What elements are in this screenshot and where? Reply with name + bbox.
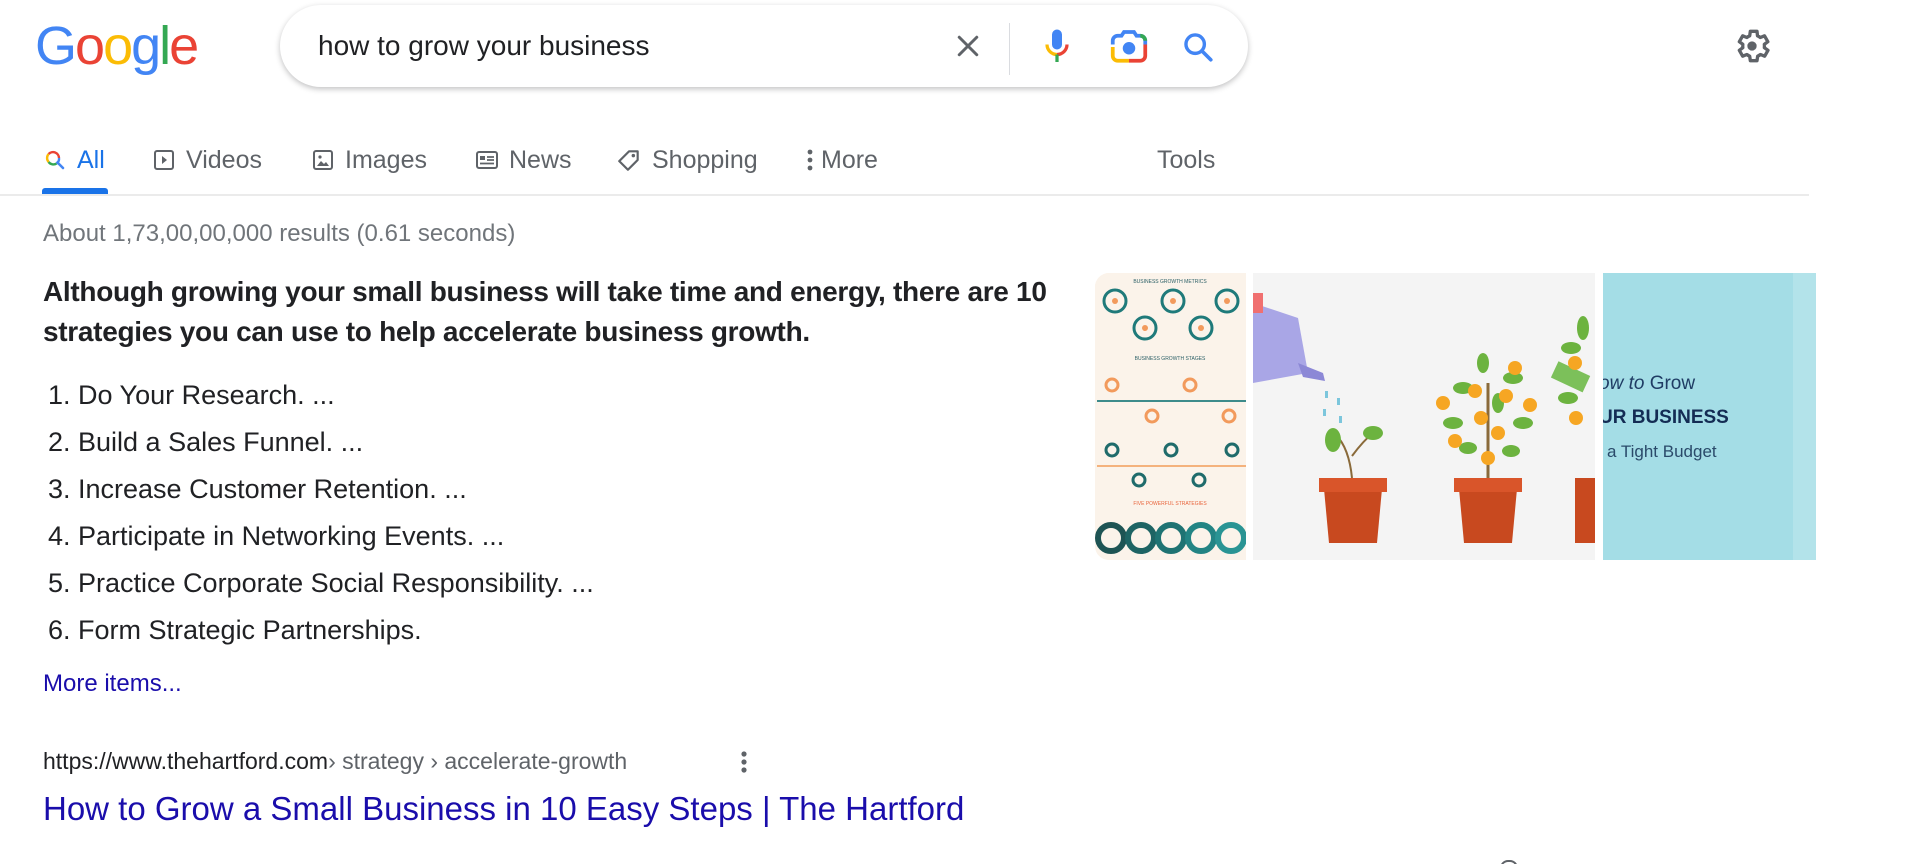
tools-label: Tools [1157,145,1216,174]
result-url: https://www.thehartford.com › strategy ›… [43,748,627,775]
list-item: 1. Do Your Research. ... [48,380,335,410]
newspaper-icon [475,148,499,172]
results-stats: About 1,73,00,00,000 results (0.61 secon… [43,220,516,247]
more-items-link[interactable]: More items... [43,670,182,698]
settings-button[interactable] [1732,26,1772,66]
featured-snippet-lead: Although growing your small business wil… [43,276,1047,347]
svg-text:a Tight Budget: a Tight Budget [1607,442,1717,461]
svg-text:ow to Grow: ow to Grow [1603,373,1695,394]
tab-all[interactable]: All [43,140,105,180]
google-logo[interactable]: Google [35,18,205,78]
result-domain: https://www.thehartford.com [43,748,329,774]
search-submit-button[interactable] [1178,27,1218,67]
svg-text:Google: Google [35,18,197,76]
svg-text:BUSINESS GROWTH METRICS: BUSINESS GROWTH METRICS [1133,279,1207,285]
clear-search-button[interactable] [950,28,986,64]
list-item: 2. Build a Sales Funnel. ... [48,427,364,457]
tab-news[interactable]: News [475,140,572,180]
tab-more[interactable]: More [805,140,878,180]
result-title-link[interactable]: How to Grow a Small Business in 10 Easy … [43,790,964,828]
play-icon [152,148,176,172]
svg-text:BUSINESS GROWTH STAGES: BUSINESS GROWTH STAGES [1135,356,1206,362]
partial-icon [1500,860,1518,864]
tab-shopping[interactable]: Shopping [616,140,758,180]
active-tab-indicator [42,188,108,194]
camera-lens-icon [1110,30,1148,63]
result-menu-button[interactable] [734,748,754,776]
search-icon [1184,33,1213,62]
tab-images-label: Images [345,145,427,174]
list-item: 5. Practice Corporate Social Responsibil… [48,568,594,598]
image-search-button[interactable] [1107,27,1151,67]
image-icon [311,148,335,172]
search-input[interactable]: how to grow your business [318,5,918,87]
close-icon [957,35,979,57]
money-plants-image[interactable] [1253,273,1595,560]
tab-videos-label: Videos [186,145,262,174]
tab-all-label: All [77,145,105,174]
search-divider [1009,23,1010,75]
tab-more-label: More [821,145,878,174]
list-item: 4. Participate in Networking Events. ... [48,521,505,551]
featured-snippet-list: 1. Do Your Research. ... 2. Build a Sale… [48,372,594,654]
search-tabs: All Videos Images News Shopping More Too… [0,130,1809,196]
gear-icon [1737,29,1770,63]
vertical-dots-icon [741,751,747,773]
list-item: 6. Form Strategic Partnerships. [48,615,422,645]
list-item: 3. Increase Customer Retention. ... [48,474,467,504]
tools-button[interactable]: Tools [1157,140,1215,180]
result-breadcrumbs: › strategy › accelerate-growth [328,748,628,774]
svg-text:UR BUSINESS: UR BUSINESS [1603,407,1729,428]
voice-search-button[interactable] [1037,25,1077,69]
infographic-image[interactable]: BUSINESS GROWTH METRICS BUSINESS GROWTH … [1095,273,1246,560]
search-icon [43,148,67,172]
microphone-icon [1045,29,1069,62]
tab-shopping-label: Shopping [652,145,758,174]
svg-text:FIVE POWERFUL STRATEGIES: FIVE POWERFUL STRATEGIES [1133,501,1207,507]
tight-budget-image[interactable]: ow to Grow UR BUSINESS a Tight Budget [1603,273,1816,560]
tab-images[interactable]: Images [311,140,427,180]
tag-icon [616,147,642,173]
tab-videos[interactable]: Videos [152,140,262,180]
vertical-dots-icon [805,147,815,173]
tab-news-label: News [509,145,572,174]
search-box: how to grow your business [280,5,1248,87]
